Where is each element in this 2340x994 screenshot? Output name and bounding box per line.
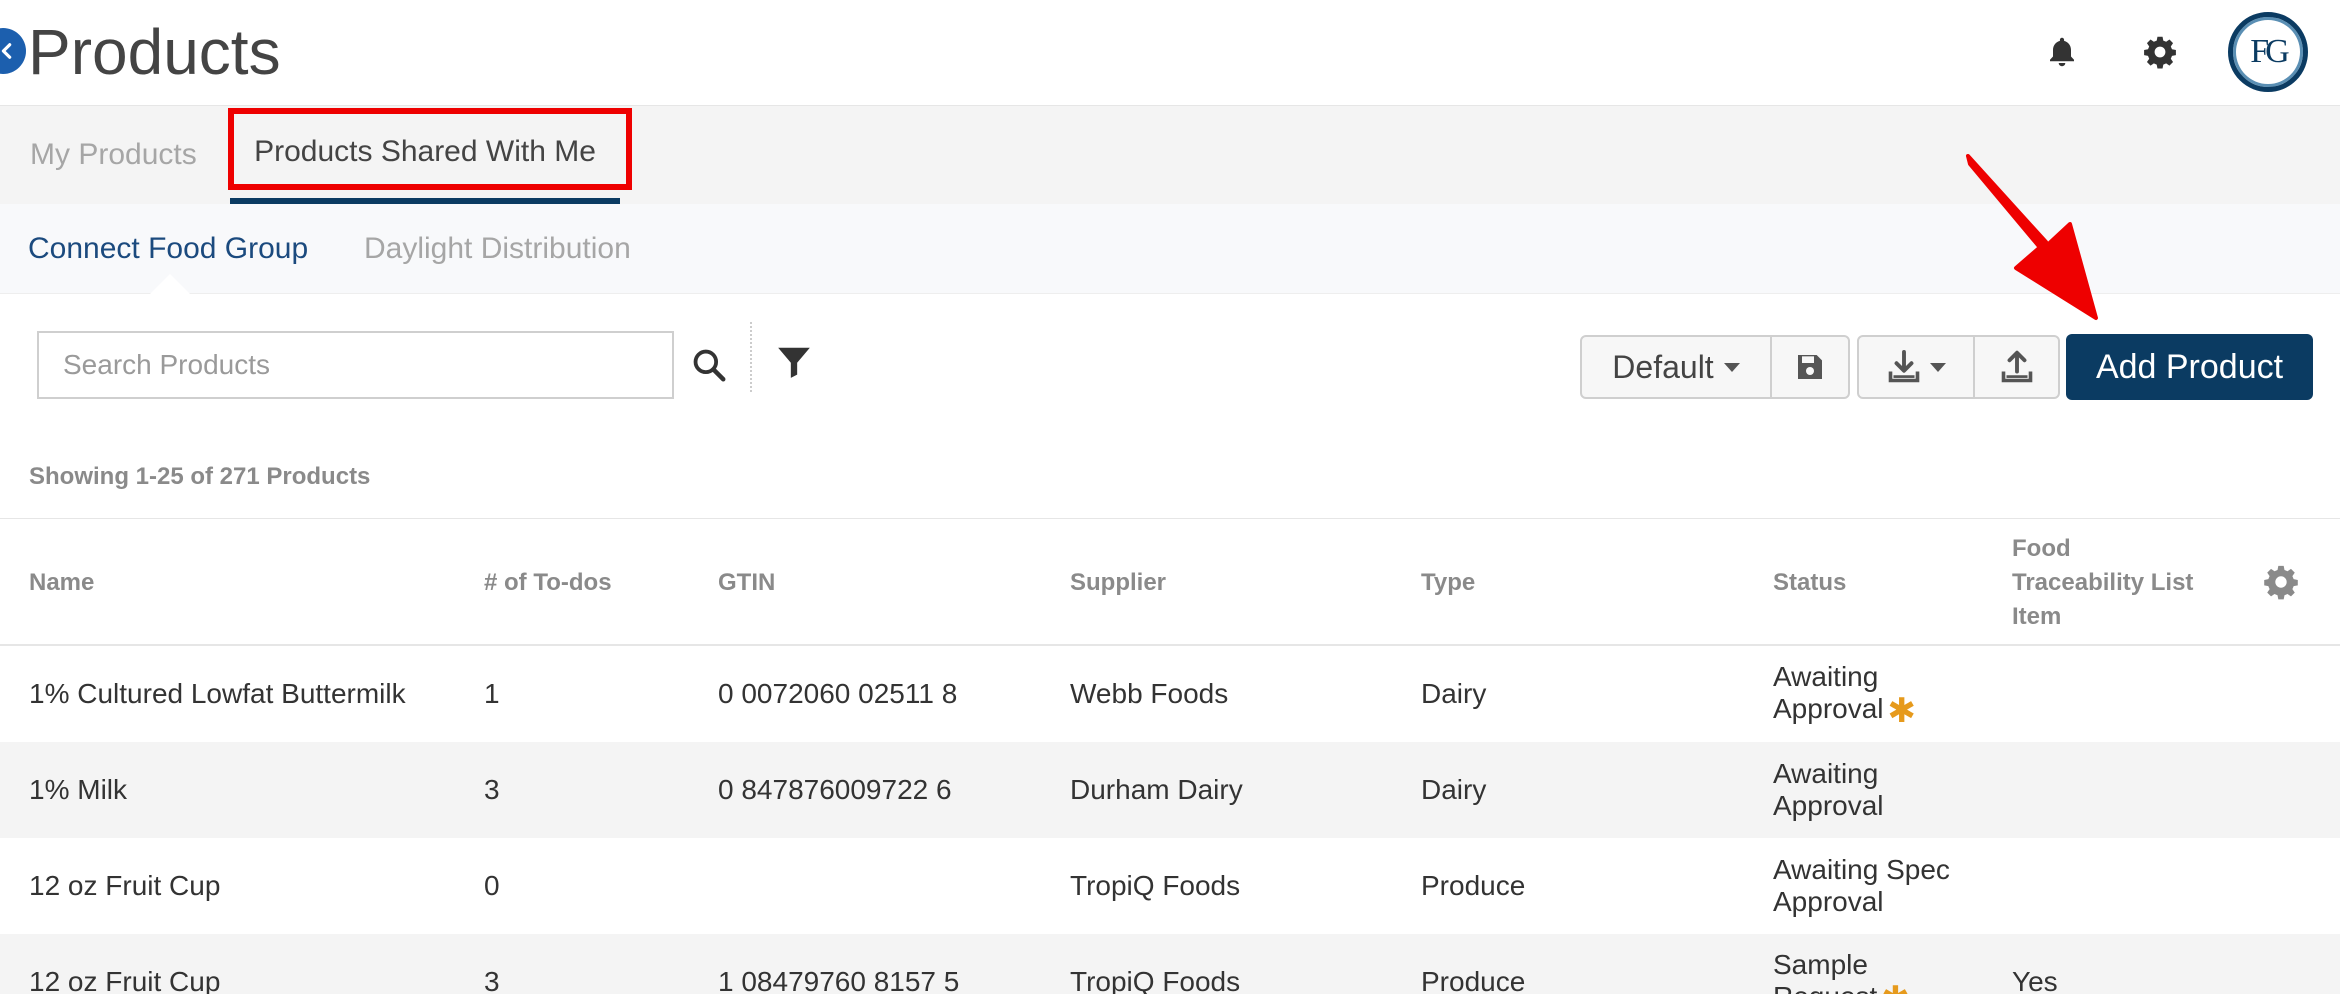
cell-todos: 3 xyxy=(484,966,500,994)
cell-type: Dairy xyxy=(1421,774,1487,805)
cell-ftl: Yes xyxy=(2012,966,2058,994)
cell-name[interactable]: 12 oz Fruit Cup xyxy=(29,838,220,934)
cell-type: Produce xyxy=(1421,966,1526,994)
add-product-button[interactable]: Add Product xyxy=(2066,334,2313,400)
download-dropdown-button[interactable] xyxy=(1859,337,1973,397)
cell-gtin: 0 0072060 02511 8 xyxy=(718,678,958,709)
table-row[interactable]: 12 oz Fruit Cup 0 TropiQ Foods Produce A… xyxy=(0,838,2340,934)
products-table: Name # of To-dos GTIN Supplier Type Stat… xyxy=(0,518,2340,994)
cell-status: Sample Request✱ xyxy=(1773,934,1973,994)
column-header-name[interactable]: Name xyxy=(29,519,94,647)
back-button[interactable] xyxy=(0,28,26,74)
cell-name[interactable]: 1% Cultured Lowfat Buttermilk xyxy=(29,646,406,742)
bell-icon xyxy=(2050,37,2074,67)
app-header: Products FG xyxy=(0,0,2340,106)
primary-tabs: My Products Products Shared With Me xyxy=(0,106,2340,204)
search-button[interactable] xyxy=(684,340,734,390)
column-settings-gear-icon[interactable] xyxy=(2262,563,2300,601)
cell-type: Produce xyxy=(1421,870,1526,901)
filter-icon xyxy=(778,347,810,378)
table-row[interactable]: 12 oz Fruit Cup 3 1 08479760 8157 5 Trop… xyxy=(0,934,2340,994)
chevron-left-icon xyxy=(1,43,12,59)
tab-products-shared-with-me[interactable]: Products Shared With Me xyxy=(230,106,620,204)
subtab-daylight-distribution[interactable]: Daylight Distribution xyxy=(364,204,631,294)
cell-todos: 0 xyxy=(484,870,500,901)
cell-gtin: 0 847876009722 6 xyxy=(718,774,952,805)
upload-icon xyxy=(2001,350,2032,383)
cell-todos: 3 xyxy=(484,774,500,805)
save-view-button[interactable] xyxy=(1770,337,1848,397)
notifications-button[interactable] xyxy=(2040,30,2084,74)
cell-status: Awaiting Approval xyxy=(1773,758,1884,821)
caret-down-icon xyxy=(1930,362,1946,372)
cell-supplier: TropiQ Foods xyxy=(1070,966,1241,994)
page-title: Products xyxy=(28,16,281,88)
table-header: Name # of To-dos GTIN Supplier Type Stat… xyxy=(0,518,2340,646)
cell-supplier: Durham Dairy xyxy=(1070,774,1243,805)
column-header-todos[interactable]: # of To-dos xyxy=(484,519,612,647)
active-subtab-indicator xyxy=(150,274,190,294)
download-icon xyxy=(1888,350,1920,383)
column-header-supplier[interactable]: Supplier xyxy=(1070,519,1166,647)
secondary-tabs: Connect Food Group Daylight Distribution xyxy=(0,204,2340,294)
cell-name[interactable]: 12 oz Fruit Cup xyxy=(29,934,220,994)
cell-type: Dairy xyxy=(1421,678,1487,709)
caret-down-icon xyxy=(1723,362,1740,372)
search-input[interactable] xyxy=(37,331,674,399)
column-header-food-traceability[interactable]: Food Traceability List Item xyxy=(2012,519,2193,647)
user-avatar[interactable]: FG xyxy=(2228,12,2308,92)
floppy-disk-icon xyxy=(1798,355,1822,379)
result-count: Showing 1-25 of 271 Products xyxy=(29,463,371,490)
cell-name[interactable]: 1% Milk xyxy=(29,742,127,838)
cell-supplier: TropiQ Foods xyxy=(1070,870,1241,901)
tab-my-products[interactable]: My Products xyxy=(30,106,197,204)
view-button-group: Default xyxy=(1580,335,1850,399)
column-header-status[interactable]: Status xyxy=(1773,519,1973,647)
table-row[interactable]: 1% Milk 3 0 847876009722 6 Durham Dairy … xyxy=(0,742,2340,838)
column-header-type[interactable]: Type xyxy=(1421,519,1475,647)
filter-button[interactable] xyxy=(772,340,816,384)
import-export-button-group xyxy=(1857,335,2060,399)
cell-supplier: Webb Foods xyxy=(1070,678,1229,709)
asterisk-icon: ✱ xyxy=(1881,980,1910,994)
cell-status: Awaiting Approval ✱ xyxy=(1773,661,1917,730)
cell-todos: 1 xyxy=(484,678,500,709)
toolbar-divider xyxy=(750,322,752,392)
asterisk-icon: ✱ xyxy=(1887,692,1917,730)
cell-status: Awaiting Spec Approval xyxy=(1773,854,1950,917)
column-header-gtin[interactable]: GTIN xyxy=(718,519,775,647)
search-icon xyxy=(693,349,726,382)
gear-icon xyxy=(2144,36,2176,69)
settings-button[interactable] xyxy=(2138,30,2182,74)
upload-button[interactable] xyxy=(1973,337,2058,397)
view-select-dropdown[interactable]: Default xyxy=(1582,337,1770,397)
cell-gtin: 1 08479760 8157 5 xyxy=(718,966,960,994)
table-row[interactable]: 1% Cultured Lowfat Buttermilk 1 0 007206… xyxy=(0,646,2340,742)
